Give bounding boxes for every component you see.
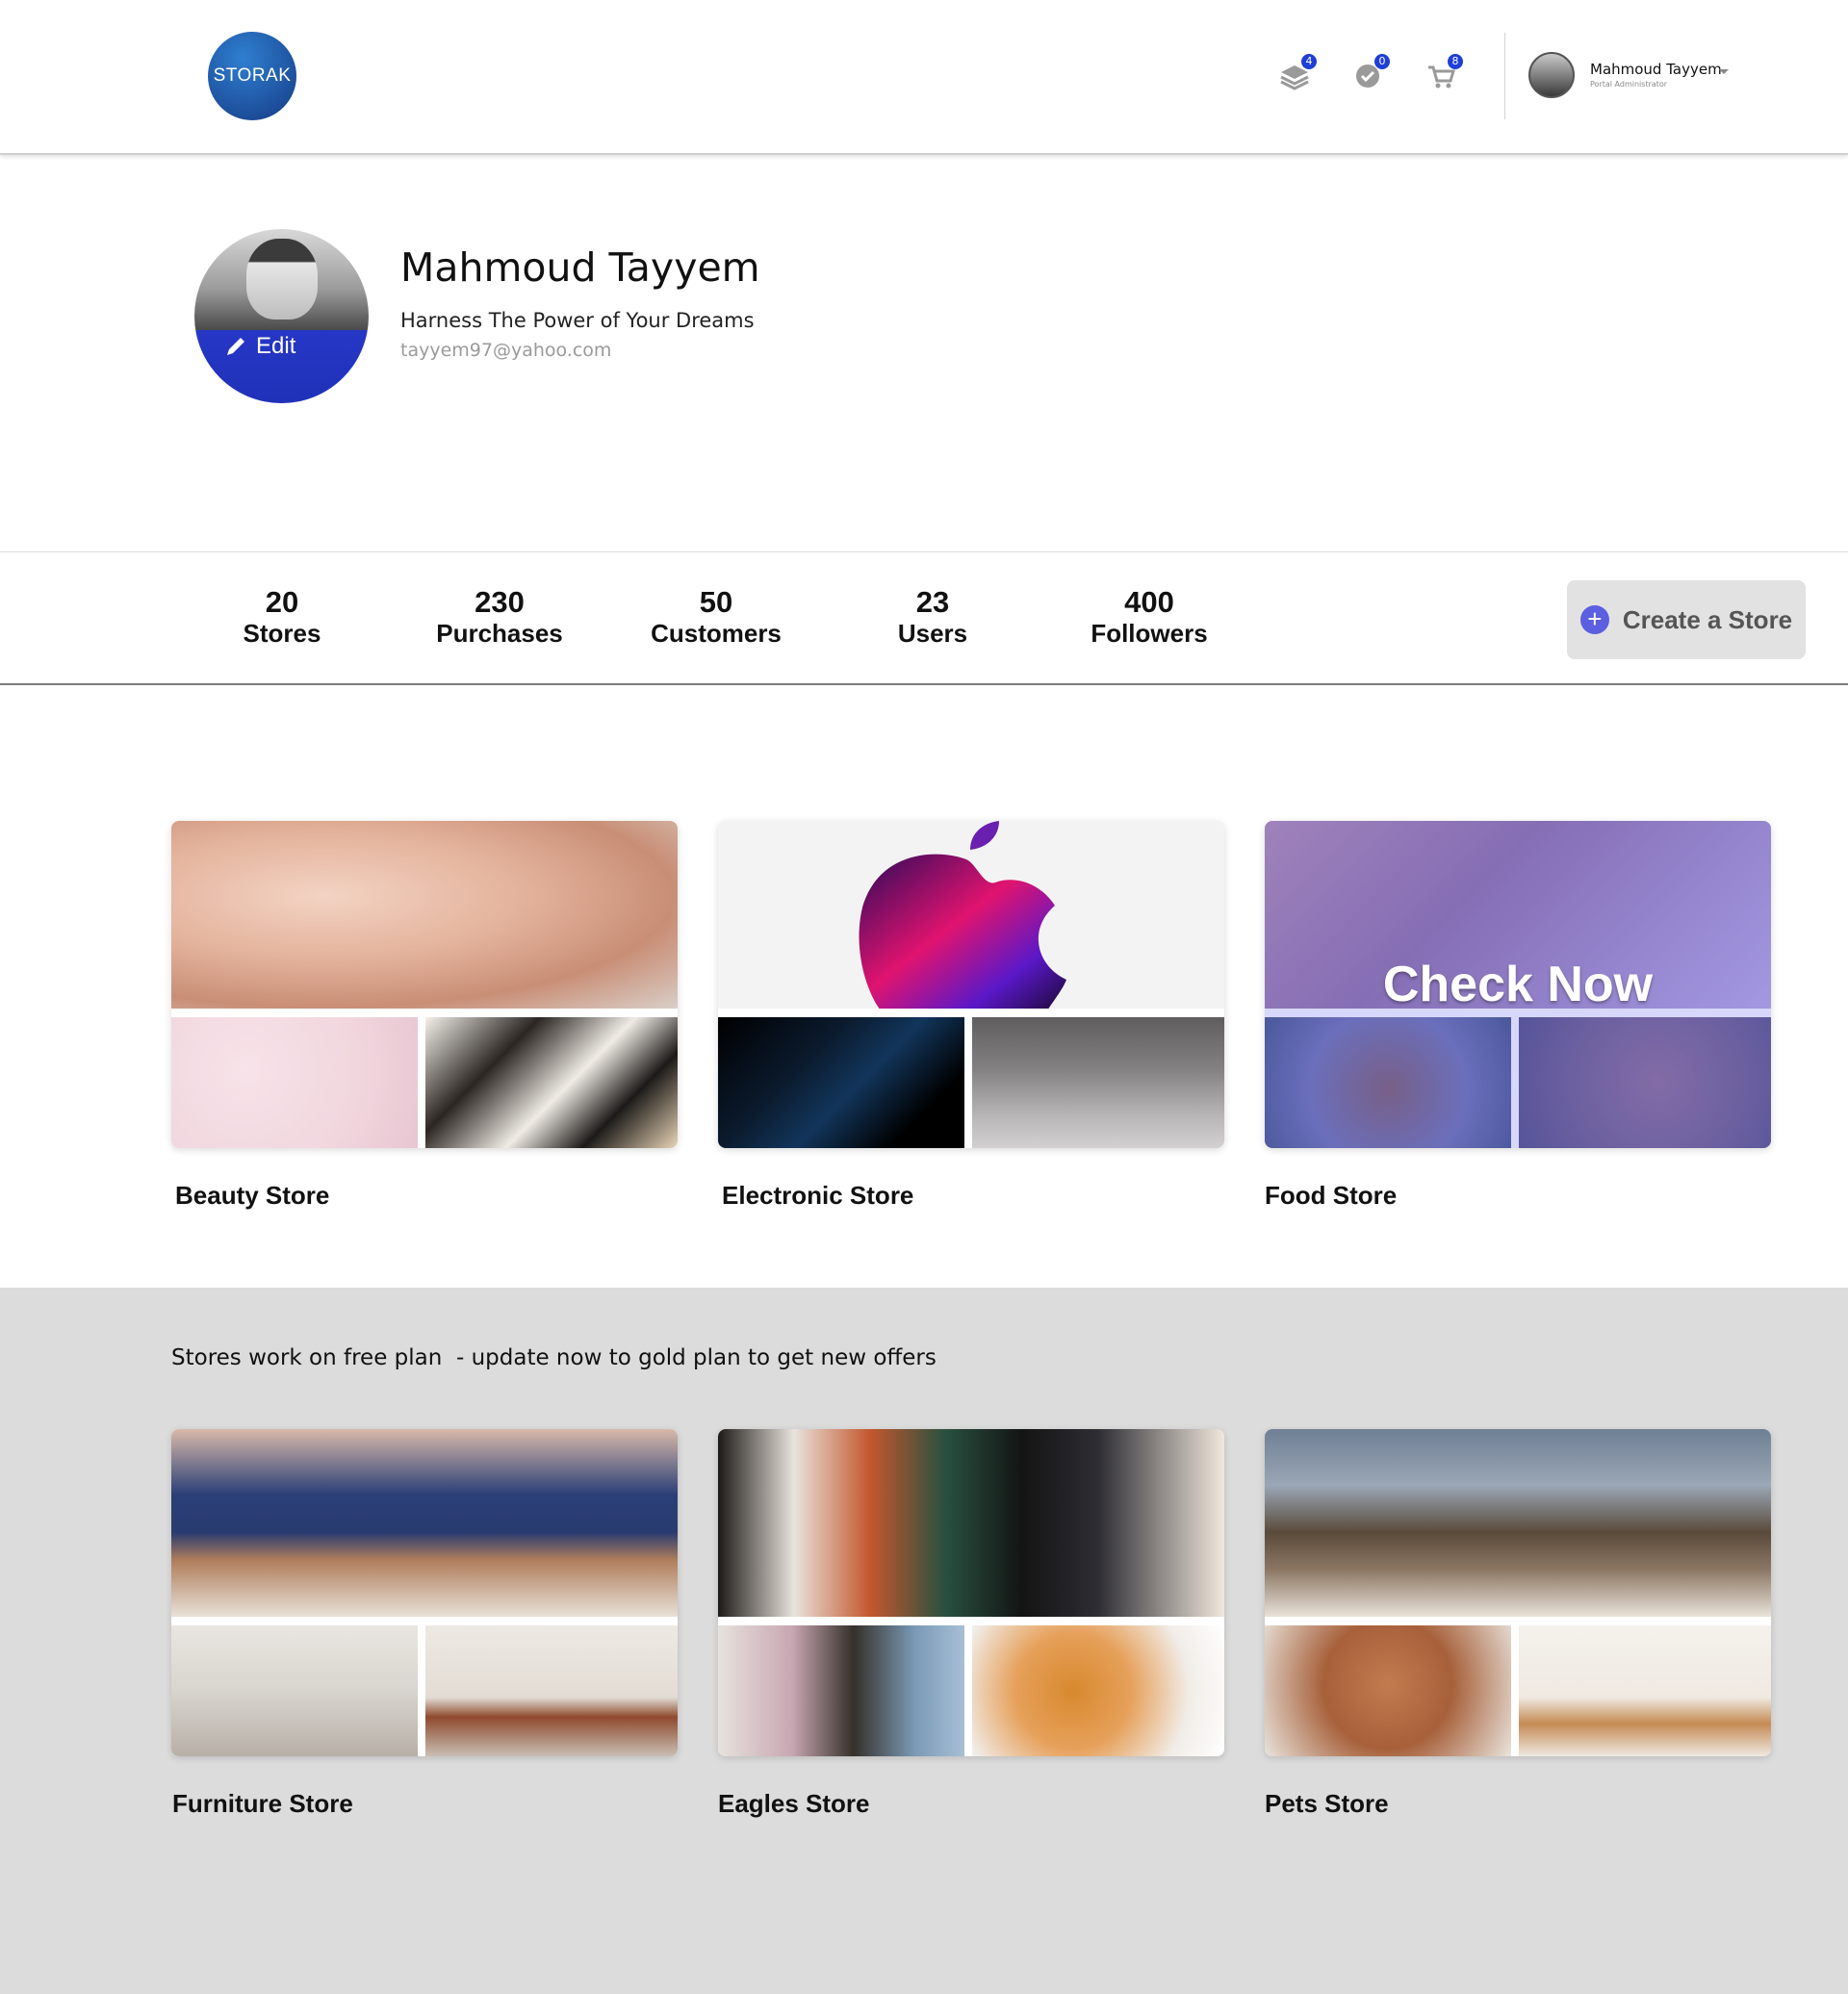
pencil-icon: [227, 338, 244, 355]
stat-customers: 50 Customers: [620, 587, 812, 649]
cart-icon[interactable]: 8: [1424, 54, 1463, 92]
chevron-down-icon[interactable]: [1719, 69, 1729, 74]
store-title[interactable]: Beauty Store: [175, 1181, 329, 1211]
store-card-beauty[interactable]: [171, 821, 678, 1148]
profile-photo: [246, 239, 318, 320]
store-image-left: [1265, 1017, 1511, 1148]
store-image-main: [171, 821, 678, 1009]
check-circle-icon[interactable]: 0: [1351, 54, 1390, 92]
nav-divider: [1504, 33, 1505, 119]
layers-badge: 4: [1301, 54, 1317, 69]
profile-name: Mahmoud Tayyem: [400, 244, 760, 291]
store-image-right: [972, 1017, 1224, 1148]
store-image-left: [171, 1017, 418, 1148]
stat-followers: 400 Followers: [1053, 587, 1245, 649]
store-title[interactable]: Food Store: [1265, 1181, 1397, 1211]
stat-value: 50: [699, 585, 733, 619]
store-image-right: [425, 1625, 678, 1756]
layers-icon[interactable]: 4: [1278, 54, 1317, 92]
store-title[interactable]: Furniture Store: [172, 1789, 353, 1819]
store-title[interactable]: Electronic Store: [722, 1181, 913, 1211]
store-image-main: [718, 821, 1224, 1013]
store-image-right: [972, 1625, 1224, 1756]
store-card-furniture[interactable]: [171, 1429, 678, 1756]
store-image-right: [1519, 1017, 1771, 1148]
store-image-left: [718, 1625, 964, 1756]
profile-tagline: Harness The Power of Your Dreams: [400, 309, 755, 332]
user-role: Portal Administrator: [1590, 80, 1668, 89]
stat-purchases: 230 Purchases: [403, 587, 596, 649]
store-card-eagles[interactable]: [718, 1429, 1224, 1756]
plan-notice: Stores work on free plan - update now to…: [171, 1345, 937, 1370]
store-image-left: [718, 1017, 964, 1148]
store-image-main: [718, 1429, 1224, 1617]
stat-value: 400: [1124, 585, 1174, 619]
stat-label: Customers: [651, 619, 782, 648]
store-card-food[interactable]: Check Now: [1265, 821, 1771, 1148]
user-name[interactable]: Mahmoud Tayyem: [1590, 61, 1722, 78]
user-avatar[interactable]: [1528, 52, 1575, 98]
stat-label: Users: [897, 619, 968, 648]
stat-stores: 20 Stores: [186, 587, 378, 649]
profile-avatar[interactable]: [194, 229, 369, 403]
stat-label: Stores: [243, 619, 321, 648]
store-card-pets[interactable]: [1265, 1429, 1771, 1756]
edit-label: Edit: [256, 333, 296, 359]
store-title[interactable]: Eagles Store: [718, 1789, 870, 1819]
logo-text: STORAK: [213, 65, 292, 86]
store-image-main: [1265, 1429, 1771, 1617]
plus-icon: +: [1579, 605, 1609, 634]
stat-label: Purchases: [436, 619, 563, 648]
stat-value: 20: [265, 585, 299, 619]
stat-users: 23 Users: [836, 587, 1029, 649]
profile-email: tayyem97@yahoo.com: [400, 340, 612, 361]
edit-avatar-button[interactable]: Edit: [223, 333, 295, 360]
stat-value: 23: [915, 585, 950, 619]
store-card-electronic[interactable]: [718, 821, 1224, 1148]
store-image-right: [425, 1017, 678, 1148]
top-navbar: STORAK 4 0 8 Mahmoud Tayyem Portal Admin…: [0, 0, 1848, 155]
apple-logo-icon: [859, 821, 1066, 1013]
check-badge: 0: [1374, 54, 1390, 69]
storak-logo[interactable]: STORAK: [208, 32, 296, 120]
stats-bar: 20 Stores 230 Purchases 50 Customers 23 …: [0, 551, 1848, 685]
store-image-left: [1265, 1625, 1511, 1756]
create-store-button[interactable]: + Create a Store: [1567, 580, 1806, 659]
check-now-label[interactable]: Check Now: [1265, 956, 1771, 1013]
create-store-label: Create a Store: [1622, 604, 1793, 634]
stat-label: Followers: [1091, 619, 1208, 648]
cart-badge: 8: [1448, 54, 1463, 69]
store-title[interactable]: Pets Store: [1265, 1789, 1389, 1819]
store-image-right: [1519, 1625, 1771, 1756]
store-image-main: [171, 1429, 678, 1617]
stat-value: 230: [475, 585, 525, 619]
store-image-left: [171, 1625, 418, 1756]
